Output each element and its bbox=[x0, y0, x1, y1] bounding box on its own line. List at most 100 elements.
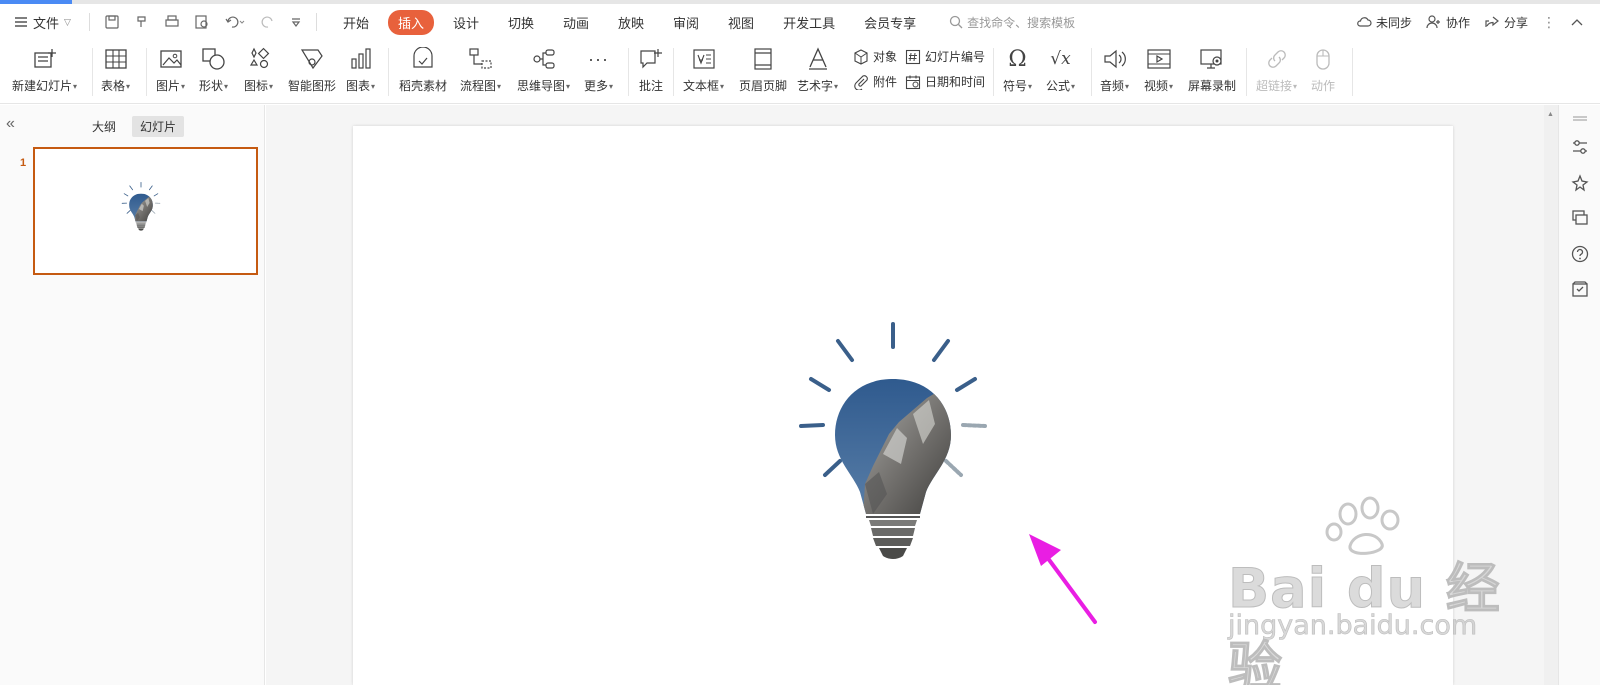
ribbon-tabs: 开始 插入 设计 切换 动画 放映 审阅 视图 开发工具 会员专享 bbox=[333, 9, 935, 35]
picture-button[interactable]: 图片▾ bbox=[156, 44, 185, 94]
tab-developer[interactable]: 开发工具 bbox=[773, 10, 845, 35]
redo-icon[interactable] bbox=[260, 14, 276, 30]
smartart-icon bbox=[300, 49, 323, 70]
tab-view[interactable]: 视图 bbox=[718, 10, 764, 35]
audio-button[interactable]: 音频▾ bbox=[1100, 44, 1129, 94]
chevron-down-icon: ▽ bbox=[64, 16, 71, 27]
right-task-pane bbox=[1558, 105, 1600, 685]
calendar-icon bbox=[905, 75, 921, 89]
caret-icon: ▾ bbox=[1125, 82, 1130, 92]
icon-library-icon bbox=[249, 47, 269, 69]
icon-library-button[interactable]: 图标▾ bbox=[244, 44, 273, 94]
tab-design[interactable]: 设计 bbox=[443, 10, 489, 35]
collapse-panel-icon[interactable]: « bbox=[6, 115, 15, 133]
caret-icon: ▾ bbox=[1169, 82, 1174, 92]
symbol-button[interactable]: Ω 符号▾ bbox=[1003, 44, 1032, 94]
caret-icon: ▾ bbox=[181, 82, 186, 92]
attachment-button[interactable]: 附件 bbox=[853, 73, 897, 90]
vertical-scrollbar[interactable]: ▲ bbox=[1544, 105, 1558, 685]
tab-slides[interactable]: 幻灯片 bbox=[132, 116, 185, 137]
slide-number-button[interactable]: 幻灯片编号 bbox=[905, 48, 985, 65]
backup-box-icon[interactable] bbox=[1570, 279, 1590, 299]
divider bbox=[628, 48, 629, 96]
action-button[interactable]: 动作 bbox=[1311, 44, 1335, 94]
save-icon[interactable] bbox=[104, 14, 120, 30]
table-icon bbox=[104, 49, 127, 69]
tab-home[interactable]: 开始 bbox=[333, 10, 379, 35]
comment-button[interactable]: 批注 bbox=[638, 44, 664, 94]
docer-assets-button[interactable]: 稻壳素材 bbox=[399, 44, 447, 94]
header-footer-button[interactable]: 页眉页脚 bbox=[739, 44, 787, 94]
quick-access-toolbar bbox=[88, 13, 317, 31]
object-button[interactable]: 对象 bbox=[853, 48, 897, 65]
slide-thumbnail[interactable] bbox=[33, 147, 258, 275]
share-button[interactable]: 分享 bbox=[1484, 14, 1528, 31]
help-icon[interactable] bbox=[1570, 244, 1590, 264]
collaborate-button[interactable]: 协作 bbox=[1426, 14, 1470, 31]
chart-icon bbox=[350, 48, 371, 69]
insert-ribbon: 新建幻灯片▾ 表格▾ 图片▾ 形状▾ 图标▾ 智能图形 图表▾ 稻壳素材 流程图… bbox=[0, 40, 1600, 104]
properties-icon[interactable] bbox=[1570, 137, 1590, 157]
sync-status-label: 未同步 bbox=[1375, 15, 1412, 30]
smartart-label: 智能图形 bbox=[288, 79, 337, 93]
comment-icon bbox=[640, 49, 662, 69]
mindmap-button[interactable]: 思维导图▾ bbox=[517, 44, 570, 94]
picture-icon bbox=[159, 50, 182, 68]
header-footer-icon bbox=[754, 48, 772, 70]
formula-button[interactable]: √x 公式▾ bbox=[1046, 44, 1075, 94]
slide-number: 1 bbox=[20, 157, 27, 169]
share-icon bbox=[1485, 16, 1499, 27]
icon-library-label: 图标 bbox=[244, 79, 269, 93]
panel-tabs: 大纲 幻灯片 bbox=[84, 116, 185, 137]
table-button[interactable]: 表格▾ bbox=[101, 44, 130, 94]
tab-member[interactable]: 会员专享 bbox=[854, 10, 926, 35]
wordart-button[interactable]: 艺术字▾ bbox=[797, 44, 838, 94]
scroll-up-arrow-icon[interactable]: ▲ bbox=[1547, 111, 1554, 118]
flowchart-label: 流程图 bbox=[460, 79, 497, 93]
format-painter-icon[interactable] bbox=[134, 14, 150, 30]
command-search[interactable]: 查找命令、搜索模板 bbox=[949, 14, 1075, 31]
command-search-placeholder: 查找命令、搜索模板 bbox=[967, 15, 1076, 30]
textbox-label: 文本框 bbox=[683, 79, 720, 93]
sync-status-button[interactable]: 未同步 bbox=[1356, 14, 1412, 31]
tab-outline[interactable]: 大纲 bbox=[84, 116, 124, 137]
chart-button[interactable]: 图表▾ bbox=[346, 44, 375, 94]
shape-button[interactable]: 形状▾ bbox=[199, 44, 228, 94]
print-icon[interactable] bbox=[164, 14, 180, 30]
divider bbox=[92, 48, 93, 96]
collapse-ribbon-icon[interactable] bbox=[1570, 17, 1584, 27]
more-button[interactable]: ··· 更多▾ bbox=[584, 44, 613, 94]
new-slide-button[interactable]: 新建幻灯片▾ bbox=[12, 44, 77, 94]
smartart-button[interactable]: 智能图形 bbox=[288, 44, 336, 94]
drag-handle-icon[interactable] bbox=[1570, 109, 1590, 129]
flowchart-button[interactable]: 流程图▾ bbox=[460, 44, 501, 94]
caret-icon: ▾ bbox=[1071, 82, 1076, 92]
tab-insert[interactable]: 插入 bbox=[387, 9, 434, 35]
more-options-icon[interactable]: ⋮ bbox=[1542, 14, 1556, 31]
screen-record-button[interactable]: 屏幕录制 bbox=[1188, 44, 1236, 94]
print-preview-icon[interactable] bbox=[194, 14, 210, 30]
baidu-jingyan-watermark: Bai du 经验 jingyan.baidu.com bbox=[1228, 496, 1528, 685]
caret-icon: ▾ bbox=[1293, 82, 1298, 92]
star-magic-icon[interactable] bbox=[1570, 173, 1590, 193]
omega-icon: Ω bbox=[1008, 46, 1027, 72]
hyperlink-button[interactable]: 超链接▾ bbox=[1256, 44, 1297, 94]
file-menu[interactable]: 文件 ▽ bbox=[14, 13, 71, 32]
video-label: 视频 bbox=[1144, 79, 1169, 93]
datetime-button[interactable]: 日期和时间 bbox=[905, 73, 985, 90]
tab-transitions[interactable]: 切换 bbox=[498, 10, 544, 35]
slide-switch-icon[interactable] bbox=[1570, 208, 1590, 228]
tab-review[interactable]: 审阅 bbox=[663, 10, 709, 35]
formula-icon: √x bbox=[1050, 49, 1071, 69]
paperclip-icon bbox=[854, 74, 868, 90]
customize-toolbar-icon[interactable] bbox=[290, 14, 302, 30]
comment-label: 批注 bbox=[638, 79, 663, 93]
collaborate-label: 协作 bbox=[1445, 15, 1470, 30]
divider bbox=[1091, 48, 1092, 96]
tab-animations[interactable]: 动画 bbox=[553, 10, 599, 35]
tab-slideshow[interactable]: 放映 bbox=[608, 10, 654, 35]
video-button[interactable]: 视频▾ bbox=[1144, 44, 1173, 94]
textbox-button[interactable]: 文本框▾ bbox=[683, 44, 724, 94]
undo-icon[interactable] bbox=[224, 14, 246, 30]
header-footer-label: 页眉页脚 bbox=[739, 79, 788, 93]
